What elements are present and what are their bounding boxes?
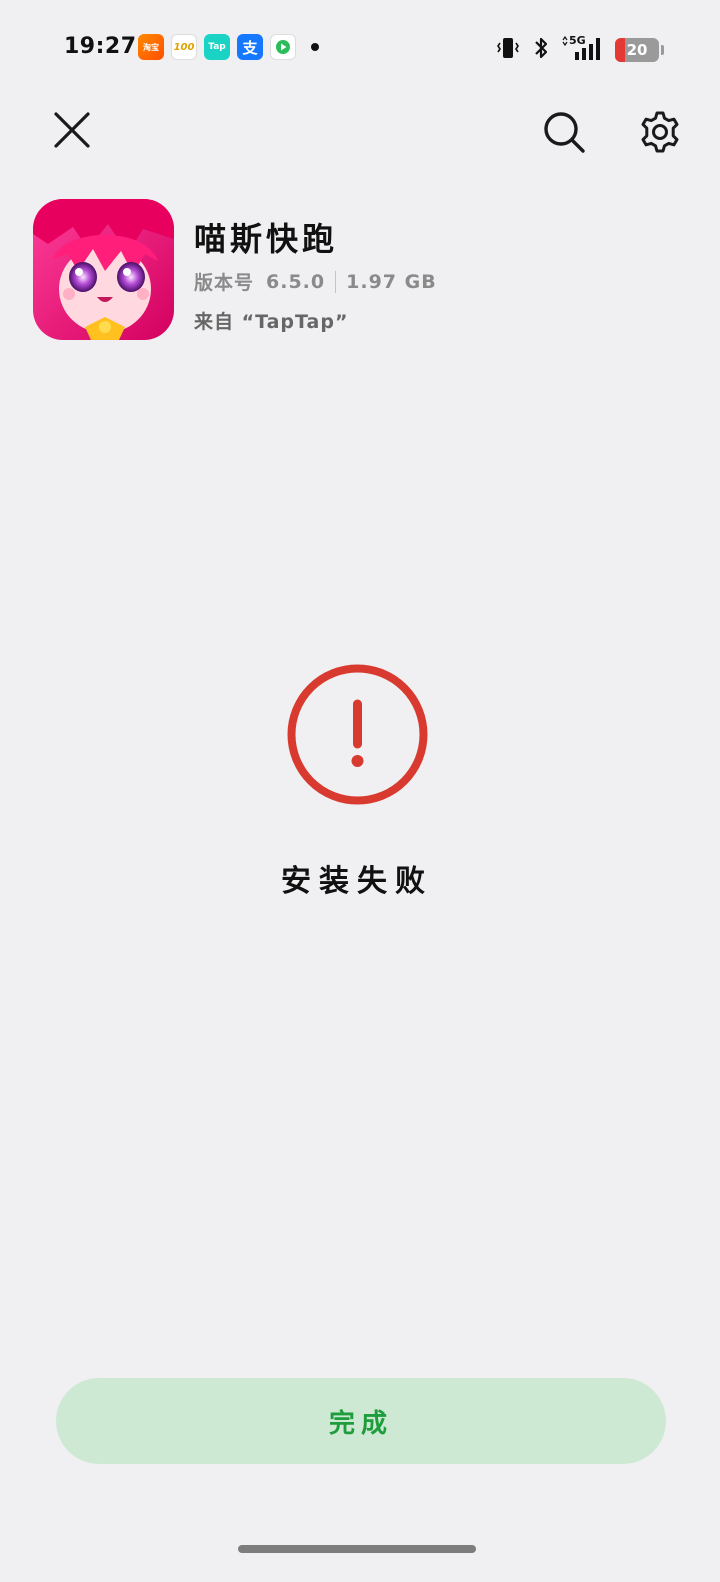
app-source: 来自 “TapTap”	[194, 311, 349, 333]
install-status-text: 安装失败	[281, 864, 433, 899]
done-button[interactable]: 完成	[56, 1378, 666, 1464]
version-number: 6.5.0	[266, 270, 326, 293]
system-icons: 5G 20	[495, 34, 664, 66]
status-bar: 19:27 淘宝 100 Tap 支 5G 20	[0, 0, 720, 96]
app-100-notification-icon: 100	[171, 34, 197, 60]
app-icon	[33, 199, 174, 340]
alipay-notification-icon: 支	[237, 34, 263, 60]
close-icon	[54, 112, 90, 148]
status-time: 19:27	[64, 34, 137, 59]
home-indicator[interactable]	[238, 1545, 476, 1553]
app-name: 喵斯快跑	[194, 220, 339, 258]
meta-divider	[335, 270, 337, 293]
more-notifications-dot-icon	[311, 43, 319, 51]
signal-5g-icon: 5G	[561, 34, 605, 66]
app-size: 1.97 GB	[346, 270, 437, 293]
battery-cap	[661, 45, 664, 55]
bluetooth-icon	[531, 35, 551, 65]
error-icon	[285, 662, 430, 807]
gear-icon	[641, 111, 679, 153]
taptap-notification-icon: Tap	[204, 34, 230, 60]
video-app-notification-icon	[270, 34, 296, 60]
search-button[interactable]	[538, 106, 590, 158]
vibrate-icon	[495, 35, 521, 65]
svg-text:5G: 5G	[569, 34, 586, 47]
settings-button[interactable]	[634, 106, 686, 158]
battery-level: 20	[626, 41, 648, 59]
search-icon	[544, 112, 585, 153]
notification-icons: 淘宝 100 Tap 支	[138, 34, 319, 60]
app-meta: 版本号 6.5.0 1.97 GB	[194, 268, 437, 295]
battery-indicator: 20	[615, 38, 659, 62]
version-label: 版本号	[194, 272, 255, 294]
close-button[interactable]	[48, 106, 96, 154]
taobao-flash-notification-icon: 淘宝	[138, 34, 164, 60]
